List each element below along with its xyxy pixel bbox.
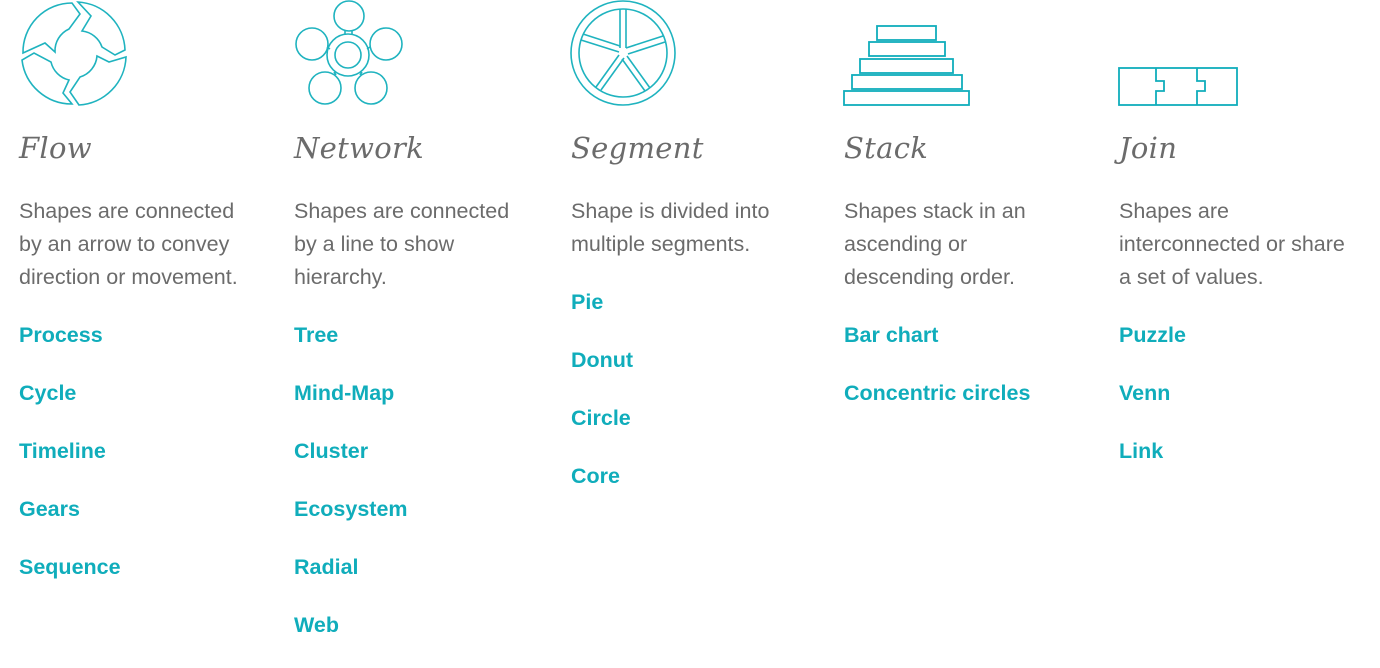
network-nodes-icon (294, 0, 434, 110)
item-link-pie[interactable]: Pie (571, 287, 633, 345)
puzzle-pieces-icon (1118, 0, 1259, 110)
description-line: Shape is divided into (571, 199, 770, 223)
pie-segments-icon (570, 0, 711, 110)
category-description: Shapes are connected by an arrow to conv… (19, 195, 289, 294)
item-list: Process Cycle Timeline Gears Sequence (19, 320, 121, 610)
item-link-donut[interactable]: Donut (571, 345, 633, 403)
description-line: descending order. (844, 265, 1015, 289)
category-description: Shape is divided into multiple segments. (571, 195, 841, 261)
item-link-concentric-circles[interactable]: Concentric circles (844, 378, 1030, 436)
stacked-bars-icon (843, 0, 984, 110)
item-list: Tree Mind-Map Cluster Ecosystem Radial W… (294, 320, 408, 668)
item-link-process[interactable]: Process (19, 320, 121, 378)
category-description: Shapes are interconnected or share a set… (1119, 195, 1380, 294)
description-line: multiple segments. (571, 232, 751, 256)
category-title: Network (294, 131, 425, 165)
item-list: Pie Donut Circle Core (571, 287, 633, 519)
item-link-puzzle[interactable]: Puzzle (1119, 320, 1186, 378)
description-line: Shapes stack in an (844, 199, 1026, 223)
item-link-cycle[interactable]: Cycle (19, 378, 121, 436)
category-description: Shapes are connected by a line to show h… (294, 195, 564, 294)
category-title: Segment (571, 131, 704, 165)
category-description: Shapes stack in an ascending or descendi… (844, 195, 1114, 294)
item-link-timeline[interactable]: Timeline (19, 436, 121, 494)
item-link-bar-chart[interactable]: Bar chart (844, 320, 1030, 378)
item-link-ecosystem[interactable]: Ecosystem (294, 494, 408, 552)
item-link-cluster[interactable]: Cluster (294, 436, 408, 494)
item-list: Puzzle Venn Link (1119, 320, 1186, 494)
description-line: Shapes are (1119, 199, 1229, 223)
category-title: Join (1119, 131, 1178, 165)
category-title: Stack (844, 131, 929, 165)
item-link-venn[interactable]: Venn (1119, 378, 1186, 436)
description-line: Shapes are connected (294, 199, 510, 223)
description-line: hierarchy. (294, 265, 387, 289)
category-title: Flow (19, 131, 92, 165)
item-link-sequence[interactable]: Sequence (19, 552, 121, 610)
description-line: by an arrow to convey (19, 232, 230, 256)
cycle-arrows-icon (19, 0, 159, 110)
description-line: direction or movement. (19, 265, 238, 289)
description-line: ascending or (844, 232, 968, 256)
description-line: by a line to show (294, 232, 455, 256)
description-line: interconnected or share (1119, 232, 1345, 256)
item-list: Bar chart Concentric circles (844, 320, 1030, 436)
item-link-core[interactable]: Core (571, 461, 633, 519)
item-link-link[interactable]: Link (1119, 436, 1186, 494)
item-link-circle[interactable]: Circle (571, 403, 633, 461)
item-link-mind-map[interactable]: Mind-Map (294, 378, 408, 436)
description-line: Shapes are connected (19, 199, 235, 223)
item-link-radial[interactable]: Radial (294, 552, 408, 610)
item-link-tree[interactable]: Tree (294, 320, 408, 378)
description-line: a set of values. (1119, 265, 1264, 289)
item-link-gears[interactable]: Gears (19, 494, 121, 552)
item-link-web[interactable]: Web (294, 610, 408, 668)
